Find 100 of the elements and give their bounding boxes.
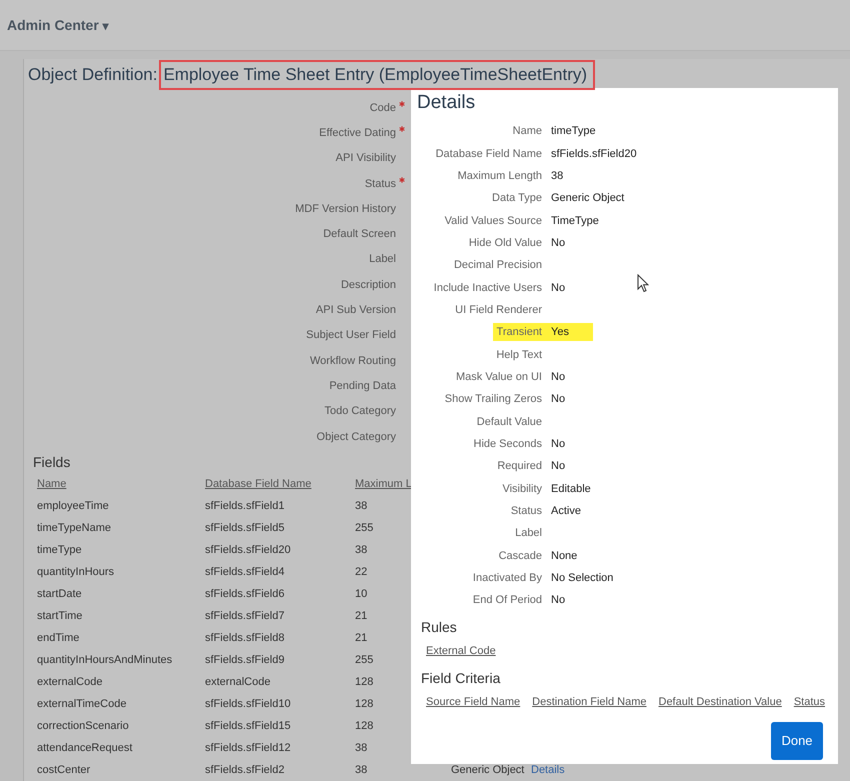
form-label: Code xyxy=(370,102,396,114)
table-cell: sfFields.sfField6 xyxy=(205,588,284,600)
form-label: Status xyxy=(364,178,396,190)
column-header[interactable]: Source Field Name xyxy=(426,696,520,708)
detail-value: sfFields.sfField20 xyxy=(550,146,638,162)
details-link[interactable]: Details xyxy=(531,764,565,776)
table-cell: sfFields.sfField2 xyxy=(205,764,284,776)
table-cell: 128 xyxy=(355,720,374,732)
detail-label: Transient xyxy=(492,323,547,342)
table-cell: 21 xyxy=(355,632,368,644)
detail-label: Visibility xyxy=(501,482,543,497)
detail-value: No xyxy=(550,436,566,452)
table-cell: quantityInHoursAndMinutes xyxy=(37,654,172,666)
detail-value: Yes xyxy=(547,323,593,342)
table-cell: costCenter xyxy=(37,764,90,776)
done-button[interactable]: Done xyxy=(771,722,823,760)
table-cell: sfFields.sfField12 xyxy=(205,742,291,754)
detail-value: 38 xyxy=(550,168,564,184)
detail-label: End Of Period xyxy=(472,593,543,608)
detail-label: Valid Values Source xyxy=(444,214,543,229)
form-label: API Sub Version xyxy=(316,304,396,316)
detail-value: timeType xyxy=(550,124,597,140)
table-cell: 128 xyxy=(355,676,374,688)
table-cell: 38 xyxy=(355,764,368,776)
table-cell: externalTimeCode xyxy=(37,698,126,710)
table-cell: 38 xyxy=(355,544,368,556)
column-header[interactable]: Maximum L xyxy=(355,478,412,490)
column-header[interactable]: Database Field Name xyxy=(205,478,312,490)
detail-value: No xyxy=(550,280,566,296)
table-cell: endTime xyxy=(37,632,80,644)
detail-label: Database Field Name xyxy=(434,146,543,162)
detail-value: No xyxy=(550,459,566,474)
form-label: API Visibility xyxy=(336,152,396,164)
table-cell: correctionScenario xyxy=(37,720,129,732)
column-header[interactable]: Name xyxy=(37,478,66,490)
detail-label: UI Field Renderer xyxy=(454,302,543,318)
column-header[interactable]: Default Destination Value xyxy=(658,696,782,708)
table-cell: 10 xyxy=(355,588,368,600)
table-cell: sfFields.sfField20 xyxy=(205,544,291,556)
detail-label: Include Inactive Users xyxy=(432,280,543,296)
table-cell: externalCode xyxy=(37,676,102,688)
section-title: Fields xyxy=(33,454,70,470)
table-cell: 21 xyxy=(355,610,368,622)
detail-value: Generic Object xyxy=(550,191,626,206)
mouse-pointer-icon xyxy=(637,274,649,293)
detail-value: No xyxy=(550,392,566,408)
detail-label: Data Type xyxy=(491,191,543,206)
form-label: Pending Data xyxy=(329,380,396,392)
detail-label: Maximum Length xyxy=(456,168,543,184)
detail-value: No xyxy=(550,370,566,385)
table-cell: sfFields.sfField8 xyxy=(205,632,284,644)
table-cell: attendanceRequest xyxy=(37,742,132,754)
form-label: Workflow Routing xyxy=(310,354,396,367)
table-cell: sfFields.sfField15 xyxy=(205,720,291,732)
detail-value: No xyxy=(550,236,566,251)
table-cell: sfFields.sfField1 xyxy=(205,500,284,512)
form-label: Label xyxy=(369,253,396,266)
dialog-title: Details xyxy=(417,92,476,115)
form-label: MDF Version History xyxy=(295,202,396,215)
object-name: Employee Time Sheet Entry (EmployeeTimeSheetEntry) xyxy=(159,60,596,90)
table-cell: quantityInHours xyxy=(37,566,114,578)
table-cell: sfFields.sfField7 xyxy=(205,610,284,622)
table-cell: timeTypeName xyxy=(37,522,111,534)
table-cell: 128 xyxy=(355,698,374,710)
detail-value: No Selection xyxy=(550,571,614,586)
table-cell: sfFields.sfField10 xyxy=(205,698,291,710)
detail-value: TimeType xyxy=(550,214,600,229)
detail-label: Cascade xyxy=(498,548,543,564)
form-label: Default Screen xyxy=(323,228,396,240)
detail-label: Mask Value on UI xyxy=(454,370,543,385)
detail-value: No xyxy=(550,593,566,608)
detail-label: Default Value xyxy=(476,414,543,430)
table-cell: 38 xyxy=(355,742,368,754)
table-cell: employeeTime xyxy=(37,500,109,512)
form-label: Description xyxy=(340,278,396,291)
detail-label: Inactivated By xyxy=(472,571,543,586)
admin-center-menu[interactable]: Admin Center ▾ xyxy=(7,17,109,33)
detail-value: Active xyxy=(550,504,582,520)
detail-label: Label xyxy=(514,526,543,542)
form-label: Subject User Field xyxy=(306,329,396,342)
table-cell: 255 xyxy=(355,654,374,666)
table-cell: sfFields.sfField4 xyxy=(205,566,284,578)
column-header[interactable]: Destination Field Name xyxy=(532,696,646,708)
detail-label: Required xyxy=(496,459,543,474)
table-cell: Generic Object xyxy=(451,764,524,776)
column-header[interactable]: External Code xyxy=(426,644,496,657)
form-label: Todo Category xyxy=(324,405,396,418)
detail-label: Name xyxy=(512,124,543,140)
detail-label: Decimal Precision xyxy=(452,258,543,274)
table-cell: startDate xyxy=(37,588,82,600)
table-cell: sfFields.sfField5 xyxy=(205,522,284,534)
section-title: Rules xyxy=(420,618,458,637)
detail-label: Hide Old Value xyxy=(468,236,543,251)
table-cell: startTime xyxy=(37,610,82,622)
table-cell: externalCode xyxy=(205,676,270,688)
detail-label: Help Text xyxy=(495,348,543,363)
column-header[interactable]: Status xyxy=(794,696,826,708)
detail-label: Hide Seconds xyxy=(472,436,543,452)
form-label: Object Category xyxy=(316,430,396,442)
table-cell: sfFields.sfField9 xyxy=(205,654,284,666)
